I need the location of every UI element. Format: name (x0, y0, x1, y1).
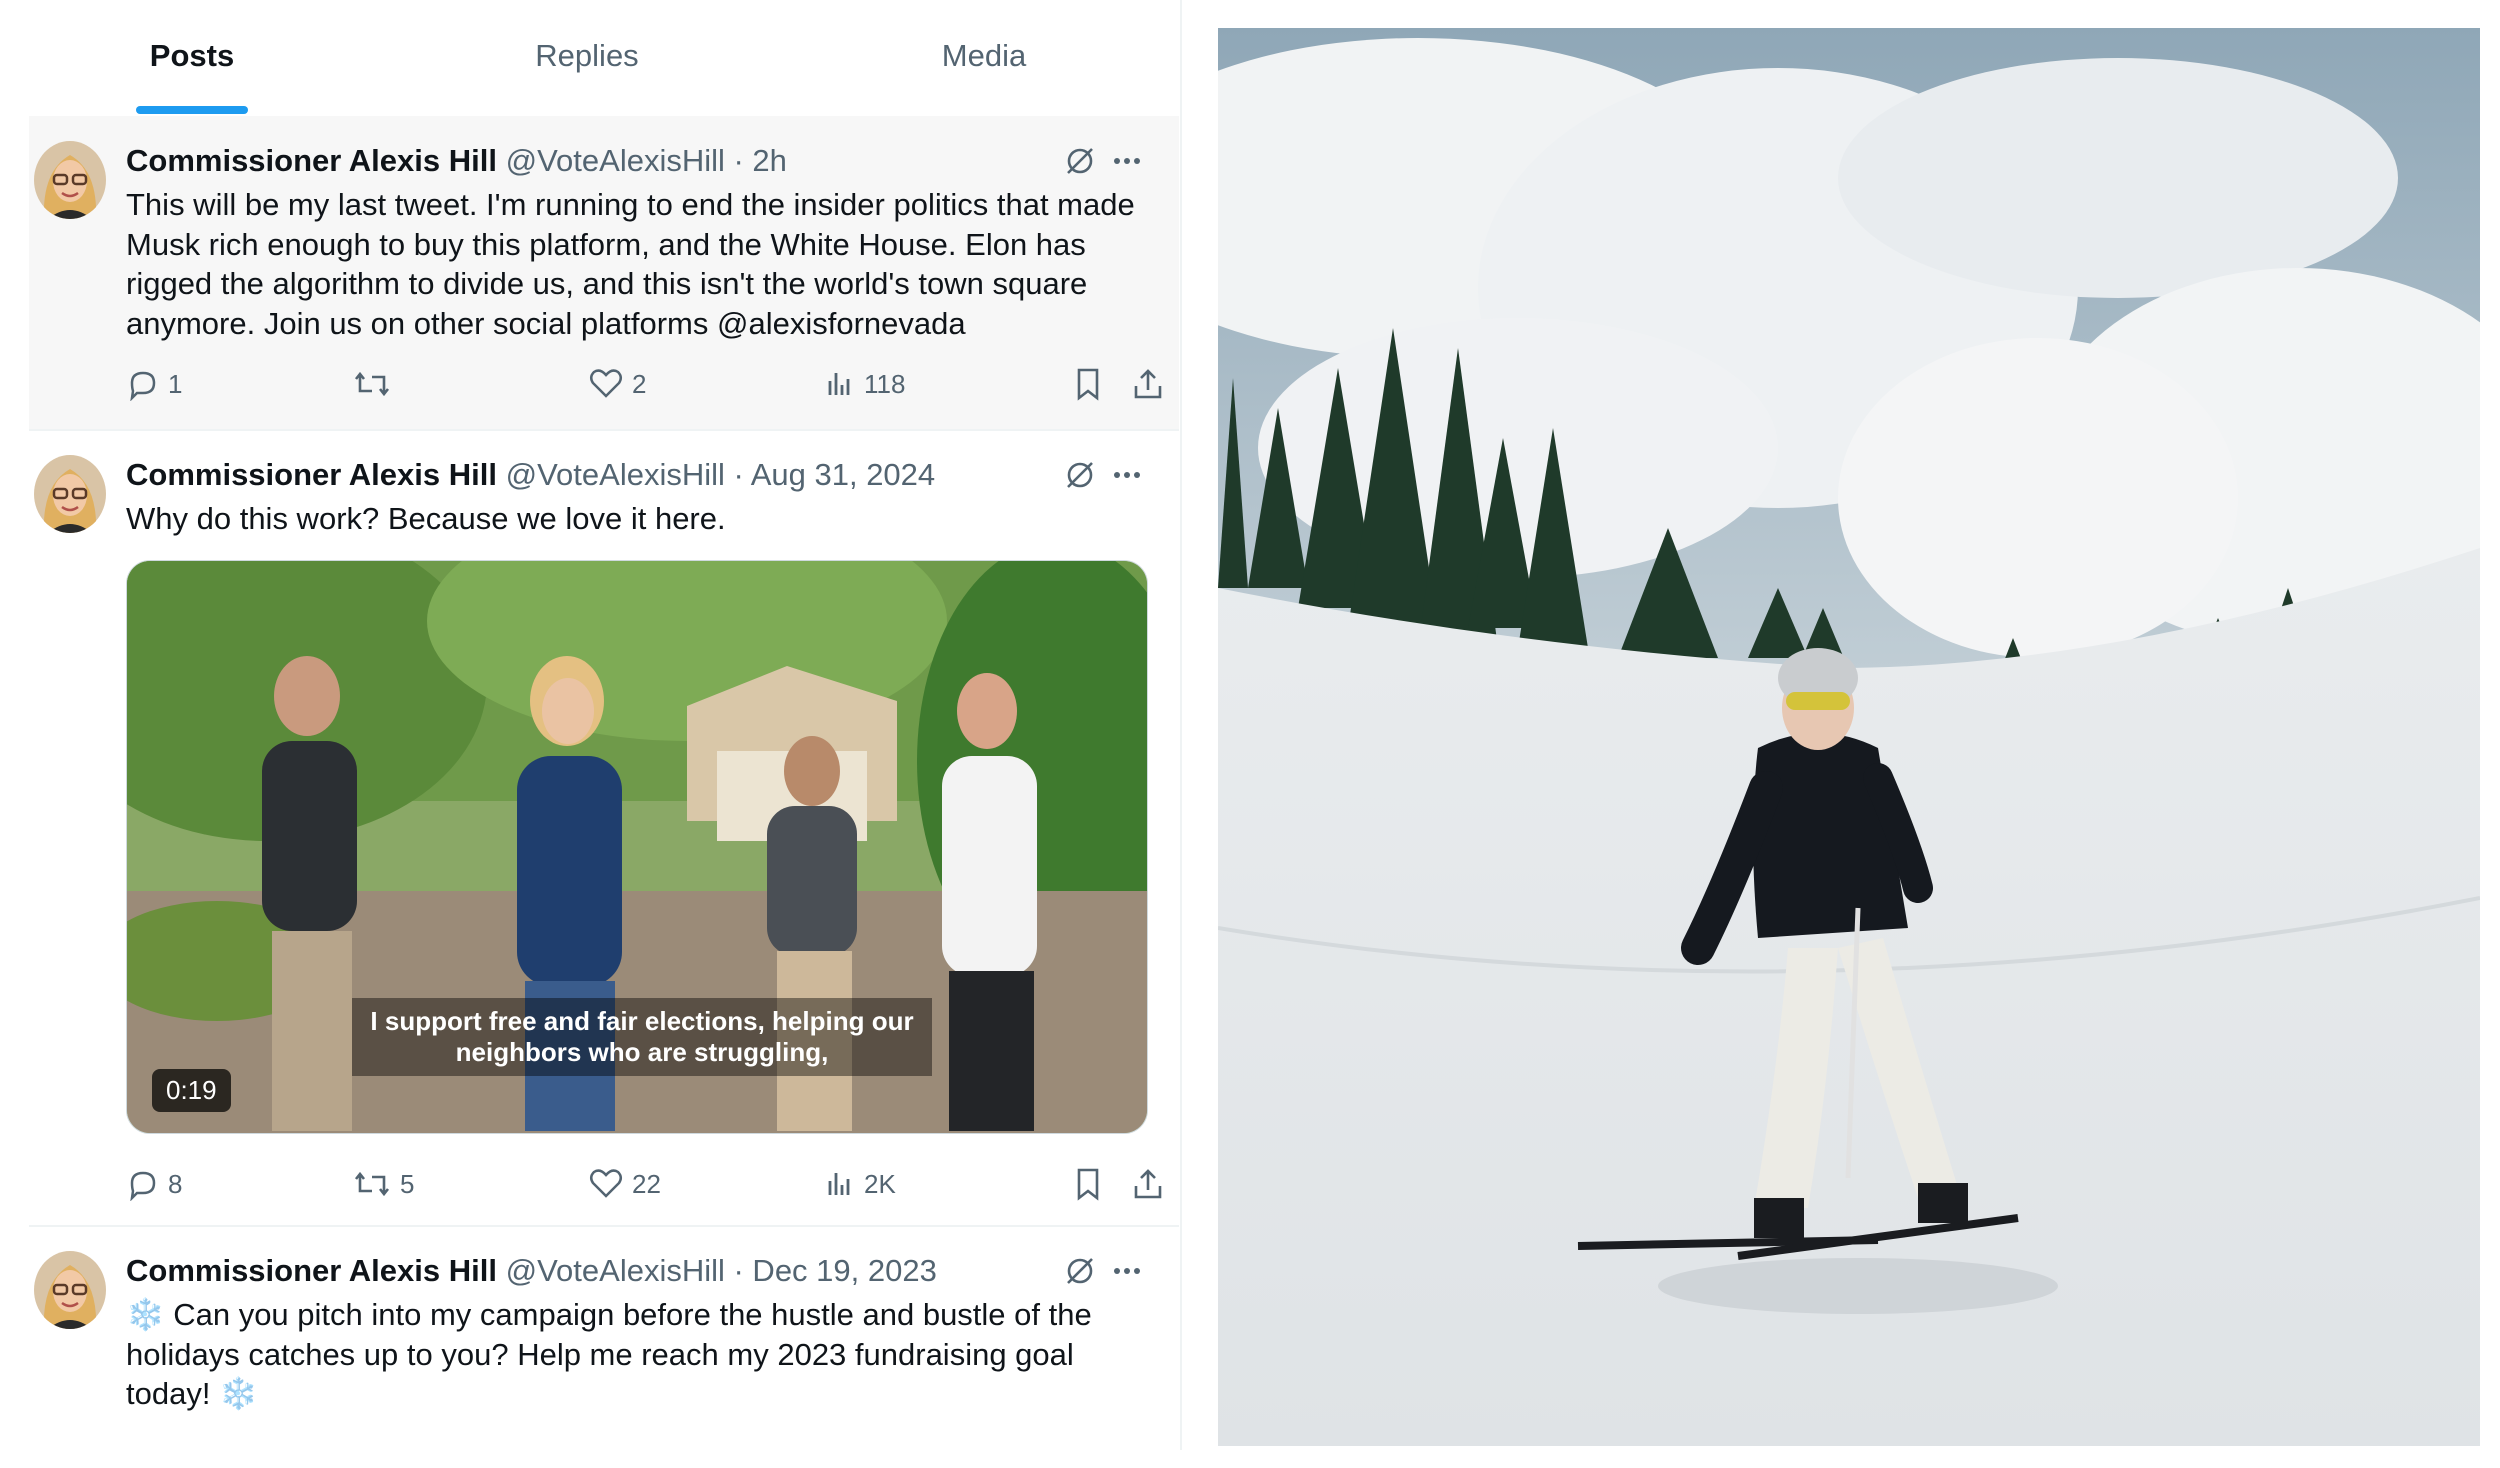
post-text: ❄️ Can you pitch into my campaign before… (126, 1297, 1092, 1411)
post[interactable]: Commissioner Alexis Hill @VoteAlexisHill… (29, 1227, 1179, 1468)
post-text: This will be my last tweet. I'm running … (126, 187, 1135, 341)
reply-button[interactable]: 1 (126, 364, 182, 404)
post-text: Why do this work? Because we love it her… (126, 501, 726, 536)
post[interactable]: Commissioner Alexis Hill @VoteAlexisHill… (29, 116, 1179, 431)
grok-icon[interactable] (1063, 458, 1097, 492)
repost-button[interactable]: 5 (352, 1164, 414, 1204)
views-icon (828, 1173, 850, 1195)
repost-icon (354, 1171, 390, 1197)
tab-posts[interactable]: Posts (0, 38, 392, 74)
post-actions: 1 2 118 (126, 364, 1176, 404)
view-count: 2K (864, 1168, 896, 1199)
share-button[interactable] (1131, 364, 1173, 404)
tab-replies[interactable]: Replies (387, 38, 787, 74)
share-button[interactable] (1131, 1164, 1173, 1204)
author-handle-time[interactable]: @VoteAlexisHill · 2h (506, 143, 787, 178)
bookmark-icon (1077, 368, 1099, 401)
post[interactable]: Commissioner Alexis Hill @VoteAlexisHill… (29, 431, 1179, 1227)
repost-icon (354, 371, 390, 397)
more-icon[interactable] (1109, 144, 1145, 178)
more-icon[interactable] (1109, 1254, 1145, 1288)
reply-icon (130, 371, 156, 401)
avatar[interactable] (34, 1251, 106, 1329)
reply-icon (130, 1171, 156, 1201)
views-button[interactable]: 118 (822, 364, 905, 404)
like-count: 2 (632, 368, 647, 399)
post-header: Commissioner Alexis Hill @VoteAlexisHill… (126, 457, 1149, 493)
view-count: 118 (864, 368, 906, 399)
profile-tabs: Posts Replies Media (29, 0, 1179, 115)
active-tab-indicator (136, 106, 248, 114)
repost-button[interactable] (352, 364, 400, 404)
repost-count: 5 (400, 1168, 415, 1199)
avatar[interactable] (34, 455, 106, 533)
post-header: Commissioner Alexis Hill @VoteAlexisHill… (126, 143, 1149, 179)
reply-count: 1 (168, 368, 183, 399)
like-count: 22 (632, 1168, 661, 1199)
timeline: Posts Replies Media Commissioner Alexis … (29, 0, 1179, 1468)
post-actions: 8 5 22 2K (126, 1164, 1176, 1204)
avatar[interactable] (34, 141, 106, 219)
views-icon (828, 373, 850, 395)
like-button[interactable]: 2 (588, 364, 646, 404)
heart-icon (590, 369, 622, 398)
post-header: Commissioner Alexis Hill @VoteAlexisHill… (126, 1253, 1149, 1289)
skiing-photo (1218, 28, 2480, 1446)
author-name[interactable]: Commissioner Alexis Hill (126, 457, 497, 492)
author-name[interactable]: Commissioner Alexis Hill (126, 1253, 497, 1288)
like-button[interactable]: 22 (588, 1164, 661, 1204)
author-handle-time[interactable]: @VoteAlexisHill · Dec 19, 2023 (506, 1253, 937, 1288)
bookmark-button[interactable] (1071, 1164, 1113, 1204)
reply-count: 8 (168, 1168, 183, 1199)
grok-icon[interactable] (1063, 144, 1097, 178)
more-icon[interactable] (1109, 458, 1145, 492)
heart-icon (590, 1169, 622, 1198)
author-handle-time[interactable]: @VoteAlexisHill · Aug 31, 2024 (506, 457, 936, 492)
grok-icon[interactable] (1063, 1254, 1097, 1288)
views-button[interactable]: 2K (822, 1164, 896, 1204)
share-icon (1134, 369, 1162, 399)
bookmark-icon (1077, 1168, 1099, 1201)
reply-button[interactable]: 8 (126, 1164, 182, 1204)
video-caption: I support free and fair elections, helpi… (352, 998, 932, 1076)
share-icon (1134, 1169, 1162, 1199)
bookmark-button[interactable] (1071, 364, 1113, 404)
tab-media[interactable]: Media (784, 38, 1184, 74)
video-duration-badge: 0:19 (152, 1069, 231, 1112)
author-name[interactable]: Commissioner Alexis Hill (126, 143, 497, 178)
video-player[interactable]: I support free and fair elections, helpi… (126, 560, 1148, 1134)
column-divider (1180, 0, 1182, 1450)
